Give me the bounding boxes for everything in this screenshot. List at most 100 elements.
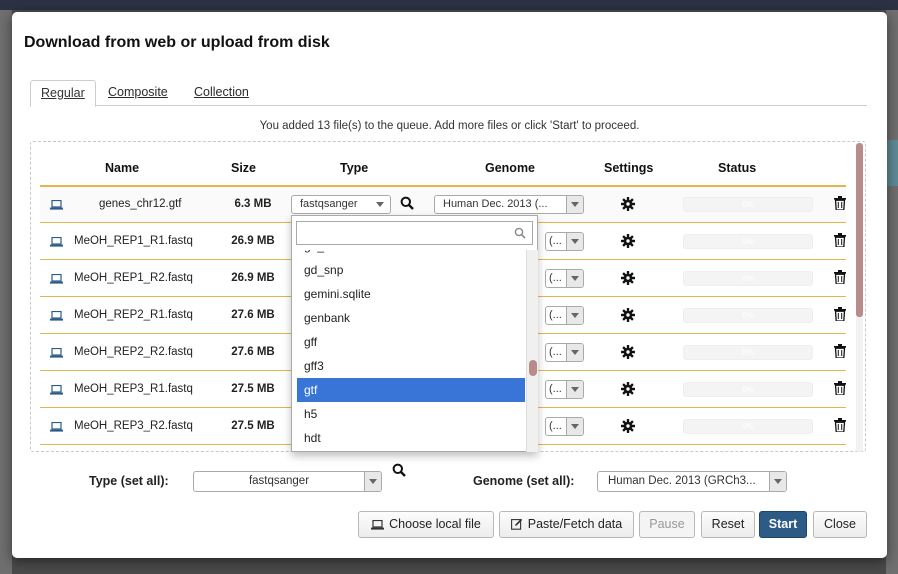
reset-button[interactable]: Reset (701, 511, 755, 538)
background-highlight (886, 140, 898, 186)
chevron-down-icon (364, 472, 381, 491)
start-button[interactable]: Start (759, 511, 807, 538)
type-dropdown[interactable]: gd_... gd_snpgemini.sqlitegenbankgffgff3… (291, 215, 538, 452)
type-option[interactable]: gff3 (297, 354, 525, 378)
type-option[interactable]: genbank (297, 306, 525, 330)
file-genome-value: (... (549, 309, 562, 321)
type-dropdown-scrollbar[interactable] (526, 250, 538, 452)
file-name: MeOH_REP2_R2.fastq (74, 346, 193, 358)
chevron-down-icon (566, 233, 583, 250)
gear-icon[interactable] (621, 308, 635, 322)
chevron-down-icon (769, 472, 786, 491)
file-type-value: fastqsanger (300, 198, 358, 210)
edit-icon (510, 518, 522, 530)
upload-progress: 0% (683, 419, 813, 434)
column-header-name: Name (105, 161, 140, 175)
close-button[interactable]: Close (813, 511, 867, 538)
type-set-all-select[interactable]: fastqsanger (193, 471, 382, 492)
file-genome-select[interactable]: Human Dec. 2013 (... (434, 195, 584, 214)
trash-icon[interactable] (834, 270, 846, 284)
search-icon[interactable] (392, 463, 406, 477)
file-size: 27.5 MB (231, 420, 275, 432)
gear-icon[interactable] (621, 197, 635, 211)
chevron-down-icon (566, 196, 583, 213)
file-name: MeOH_REP2_R1.fastq (74, 309, 193, 321)
laptop-icon (50, 200, 63, 210)
column-header-size: Size (231, 161, 257, 175)
column-header-status: Status (718, 161, 757, 175)
type-option[interactable]: gtf (297, 378, 525, 402)
file-genome-select[interactable]: (... (545, 269, 584, 288)
trash-icon[interactable] (834, 381, 846, 395)
chevron-down-icon (566, 307, 583, 324)
gear-icon[interactable] (621, 345, 635, 359)
type-option[interactable]: hdt (297, 426, 525, 450)
trash-icon[interactable] (834, 344, 846, 358)
tab-regular[interactable]: Regular (30, 80, 96, 107)
column-header-type: Type (340, 161, 369, 175)
trash-icon[interactable] (834, 307, 846, 321)
laptop-icon (50, 348, 63, 358)
genome-set-all-value: Human Dec. 2013 (GRCh3... (608, 475, 756, 487)
queue-message: You added 13 file(s) to the queue. Add m… (259, 120, 640, 132)
type-dropdown-scrollbar-thumb[interactable] (529, 360, 537, 376)
file-genome-select[interactable]: (... (545, 232, 584, 251)
pause-button[interactable]: Pause (639, 511, 695, 538)
type-option[interactable]: h5 (297, 402, 525, 426)
search-icon[interactable] (400, 196, 414, 210)
search-icon (514, 227, 526, 239)
file-name: genes_chr12.gtf (99, 198, 182, 210)
file-size: 6.3 MB (234, 198, 272, 210)
gear-icon[interactable] (621, 382, 635, 396)
upload-progress: 0% (683, 234, 813, 249)
file-genome-select[interactable]: (... (545, 343, 584, 362)
upload-progress: 0% (683, 271, 813, 286)
file-genome-value: (... (549, 420, 562, 432)
dialog-title: Download from web or upload from disk (24, 34, 330, 51)
choose-local-file-label: Choose local file (389, 517, 481, 531)
chevron-down-icon (566, 270, 583, 287)
tab-composite[interactable]: Composite (98, 80, 178, 106)
type-set-all-value: fastqsanger (248, 475, 310, 487)
chevron-down-icon (376, 202, 384, 207)
upload-dialog: Download from web or upload from disk Re… (12, 12, 887, 558)
type-set-all-label: Type (set all): (89, 474, 169, 488)
gear-icon[interactable] (621, 271, 635, 285)
file-genome-select[interactable]: (... (545, 306, 584, 325)
upload-progress: 0% (683, 382, 813, 397)
file-genome-select[interactable]: (... (545, 380, 584, 399)
queue-scrollbar-thumb[interactable] (856, 143, 863, 317)
file-genome-value: (... (549, 383, 562, 395)
paste-fetch-label: Paste/Fetch data (527, 517, 623, 531)
gear-icon[interactable] (621, 419, 635, 433)
file-size: 26.9 MB (231, 272, 275, 284)
chevron-down-icon (566, 344, 583, 361)
trash-icon[interactable] (834, 233, 846, 247)
dropdown-item-partial[interactable]: gd_... (297, 250, 525, 258)
queue-scrollbar[interactable] (856, 143, 863, 452)
trash-icon[interactable] (834, 196, 846, 210)
file-genome-value: (... (549, 235, 562, 247)
type-dropdown-search[interactable] (296, 221, 533, 245)
file-name: MeOH_REP3_R1.fastq (74, 383, 193, 395)
type-option[interactable]: gff (297, 330, 525, 354)
file-genome-value: (... (549, 346, 562, 358)
choose-local-file-button[interactable]: Choose local file (358, 511, 494, 538)
type-option[interactable]: gemini.sqlite (297, 282, 525, 306)
tab-collection[interactable]: Collection (184, 80, 259, 106)
file-size: 26.9 MB (231, 235, 275, 247)
file-type-select[interactable]: fastqsanger (291, 195, 391, 214)
genome-set-all-select[interactable]: Human Dec. 2013 (GRCh3... (597, 471, 787, 492)
chevron-down-icon (566, 381, 583, 398)
laptop-icon (50, 237, 63, 247)
file-size: 27.5 MB (231, 383, 275, 395)
app-header-bar (0, 0, 898, 10)
background-tool-panel (886, 10, 898, 574)
file-genome-select[interactable]: (... (545, 417, 584, 436)
type-option[interactable]: gd_snp (297, 258, 525, 282)
upload-progress: 0% (683, 345, 813, 360)
gear-icon[interactable] (621, 234, 635, 248)
trash-icon[interactable] (834, 418, 846, 432)
laptop-icon (50, 422, 63, 432)
paste-fetch-button[interactable]: Paste/Fetch data (499, 511, 634, 538)
